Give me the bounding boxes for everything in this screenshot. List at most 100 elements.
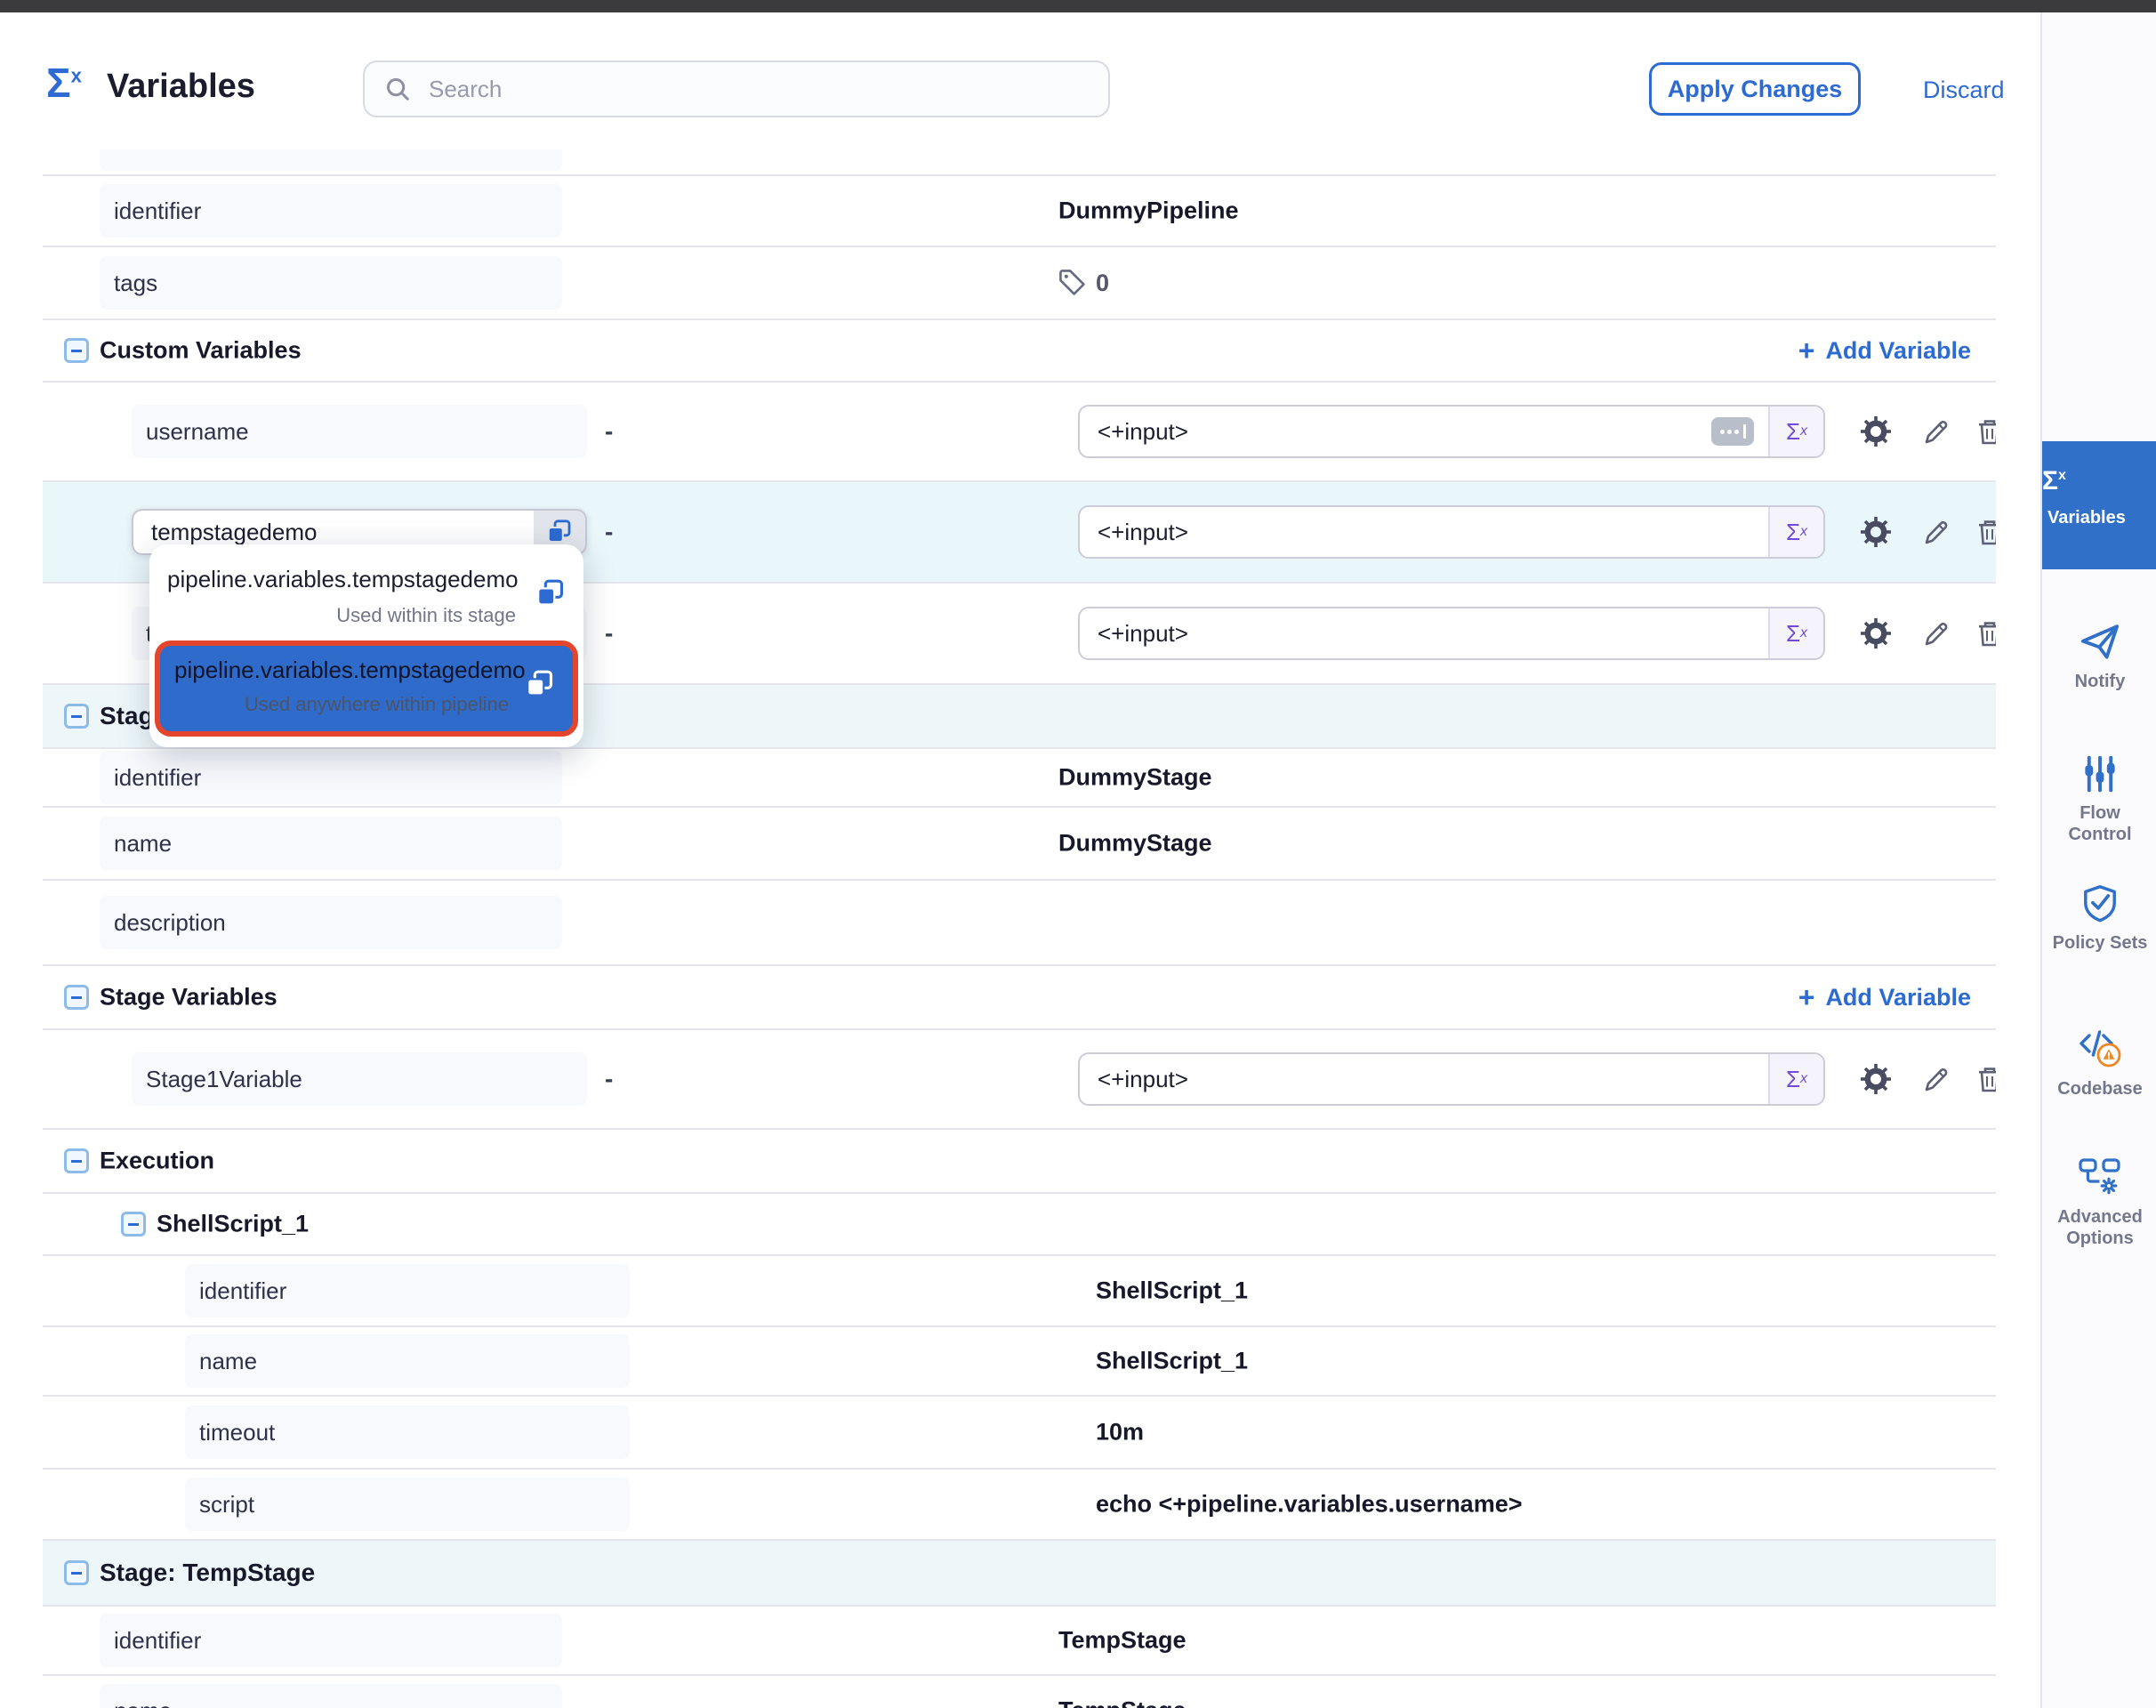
delete-trash-icon[interactable] [1975,416,1996,447]
settings-gear-icon[interactable] [1861,517,1891,547]
tempstage-name-row: name TempStage [43,1676,1996,1708]
variable-row-stage1variable: Stage1Variable - <+input> Σx [43,1030,1996,1130]
sidebar-item-policy-sets[interactable]: Policy Sets [2042,884,2156,954]
runtime-input-value: <+input> [1080,519,1768,546]
description-dash: - [605,518,613,546]
section-title: Custom Variables [100,337,302,365]
input-options-icon[interactable] [1711,417,1754,446]
sidebar-item-flow-control[interactable]: Flow Control [2042,754,2156,845]
stage-name-row: name DummyStage [43,808,1996,881]
collapse-minus-icon[interactable] [121,1212,146,1237]
field-value: DummyStage [1058,830,1212,858]
runtime-input-value: <+input> [1080,620,1768,648]
collapse-minus-icon[interactable] [64,1560,89,1585]
paper-plane-icon [2042,623,2156,662]
copy-icon[interactable] [525,669,555,699]
edit-pencil-icon[interactable] [1921,416,1951,447]
field-label-chip: script [185,1478,630,1531]
code-warning-icon [2042,1027,2156,1069]
settings-gear-icon[interactable] [1861,416,1891,447]
delete-trash-icon[interactable] [1975,517,1996,547]
settings-gear-icon[interactable] [1861,1064,1891,1094]
section-title: Stage Variables [100,984,278,1011]
step-identifier-row: identifier ShellScript_1 [43,1256,1996,1327]
description-dash: - [605,619,613,648]
step-script-row: script echo <+pipeline.variables.usernam… [43,1470,1996,1541]
popup-option-pipeline-scope-selected[interactable]: pipeline.variables.tempstagedemo Used an… [155,640,578,737]
collapse-minus-icon[interactable] [64,1148,89,1173]
popup-option-subtitle: Used within its stage [167,604,516,627]
field-label-chip: name [100,817,562,870]
field-value: DummyStage [1058,764,1212,792]
field-value: 10m [1096,1419,1144,1446]
field-value: ShellScript_1 [1096,1348,1248,1375]
delete-trash-icon[interactable] [1975,618,1996,649]
stage-identifier-row: identifier DummyStage [43,749,1996,808]
copy-icon[interactable] [535,578,566,608]
field-value: DummyPipeline [1058,197,1239,225]
add-variable-button[interactable]: + Add Variable [1798,983,1971,1011]
section-title: Stage: TempStage [100,1559,315,1587]
tags-value: 0 [1058,269,1109,297]
collapse-minus-icon[interactable] [64,704,89,729]
tag-icon [1058,269,1087,297]
popup-option-subtitle: Used anywhere within pipeline [174,693,509,716]
value-input[interactable]: <+input> Σx [1078,505,1825,559]
window-top-bar [0,0,2156,12]
tempstage-identifier-row: identifier TempStage [43,1607,1996,1676]
value-input[interactable]: <+input> Σx [1078,607,1825,660]
sidebar-item-notify[interactable]: Notify [2042,623,2156,692]
expression-sigma-icon[interactable]: Σx [1768,507,1823,557]
edit-pencil-icon[interactable] [1921,618,1951,649]
search-box[interactable] [363,60,1110,117]
variables-logo-icon: Σx [46,62,82,103]
sidebar-item-advanced-options[interactable]: Advanced Options [2042,1156,2156,1249]
execution-header-row: Execution [43,1130,1996,1194]
custom-variables-header-row: Custom Variables + Add Variable [43,320,1996,383]
apply-changes-button[interactable]: Apply Changes [1649,62,1861,116]
settings-gear-icon[interactable] [1861,618,1891,649]
field-label-chip: timeout [185,1406,630,1459]
variable-name-chip: username [132,405,587,458]
field-value: echo <+pipeline.variables.username> [1096,1491,1523,1519]
expression-sigma-icon[interactable]: Σx [1768,608,1823,658]
field-label-chip: description [100,896,562,949]
value-input[interactable]: <+input> Σx [1078,405,1825,458]
field-label-chip: identifier [100,1614,562,1667]
field-label-chip: name [100,1684,562,1708]
panel-header: Σx Variables Apply Changes Discard [0,12,2040,151]
sidebar-item-label: Variables [2042,507,2156,528]
pipeline-tags-row: tags 0 [43,247,1996,320]
search-input[interactable] [425,74,1073,105]
sidebar-item-codebase[interactable]: Codebase [2042,1027,2156,1100]
collapse-minus-icon[interactable] [64,985,89,1010]
table-row-clipped [43,149,1996,176]
collapse-minus-icon[interactable] [64,338,89,363]
edit-pencil-icon[interactable] [1921,517,1951,547]
variable-row-username: username - <+input> Σx [43,383,1996,482]
field-value: ShellScript_1 [1096,1277,1248,1305]
description-dash: - [605,417,613,446]
field-label-chip [100,149,562,171]
delete-trash-icon[interactable] [1975,1064,1996,1094]
sidebar-item-label: Flow Control [2042,802,2156,845]
stage-variables-header-row: Stage Variables + Add Variable [43,966,1996,1030]
edit-pencil-icon[interactable] [1921,1064,1951,1094]
runtime-input-value: <+input> [1080,418,1711,446]
field-value: TempStage [1058,1697,1187,1708]
sidebar-item-variables[interactable]: Σx Variables [2042,441,2156,569]
right-sidebar: Σx Variables Notify Flow Control Policy … [2040,12,2156,1708]
add-variable-button[interactable]: + Add Variable [1798,336,1971,365]
popup-option-stage-scope[interactable]: pipeline.variables.tempstagedemo Used wi… [167,560,566,639]
plus-icon: + [1798,336,1815,365]
discard-button[interactable]: Discard [1923,77,2005,104]
field-label-chip: tags [100,256,562,310]
plus-icon: + [1798,983,1815,1011]
description-dash: - [605,1065,613,1093]
expression-sigma-icon[interactable]: Σx [1768,1054,1823,1104]
search-icon [384,76,411,102]
value-input[interactable]: <+input> Σx [1078,1052,1825,1106]
expression-sigma-icon[interactable]: Σx [1768,407,1823,456]
runtime-input-value: <+input> [1080,1066,1768,1093]
copy-scope-popup: pipeline.variables.tempstagedemo Used wi… [149,544,583,747]
